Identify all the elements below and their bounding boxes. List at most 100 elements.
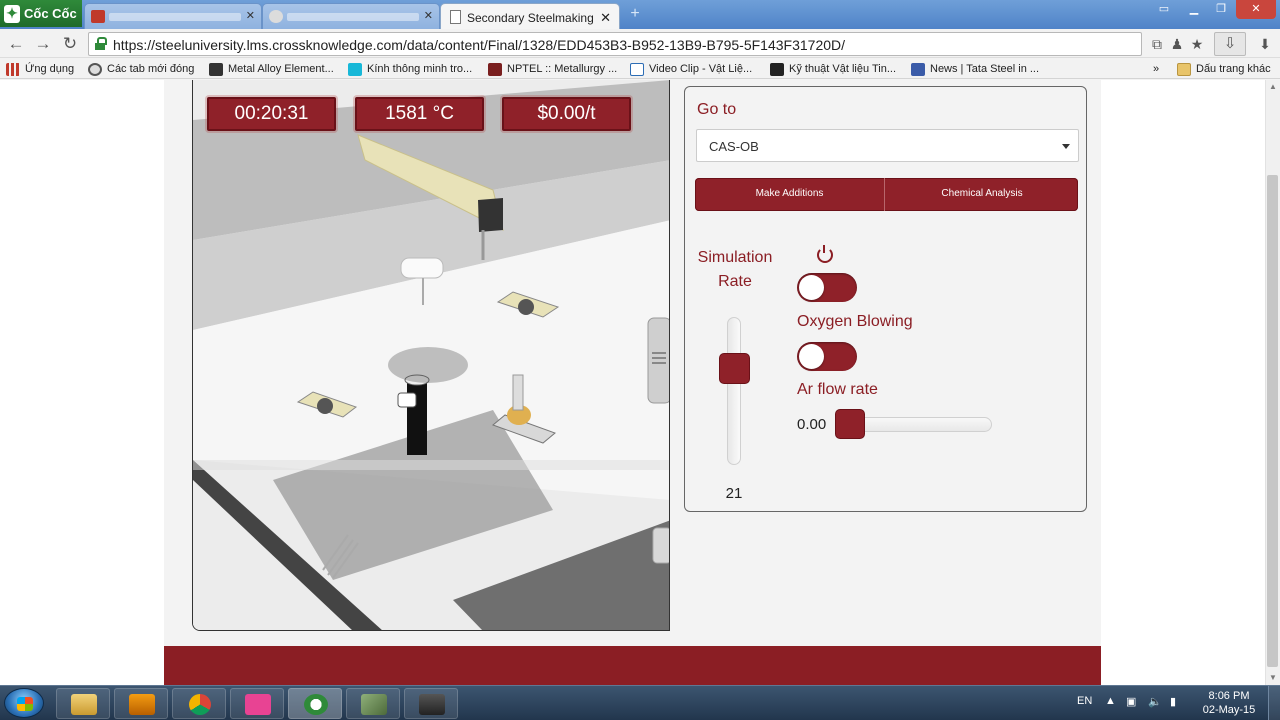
clock-date: 02-May-15: [1202, 704, 1256, 716]
apps-grid-icon: [6, 62, 20, 76]
extension-icon[interactable]: ♟: [1168, 35, 1186, 53]
download-video-icon[interactable]: ⇩: [1214, 32, 1246, 56]
tab-close-icon[interactable]: ✕: [424, 9, 433, 22]
chemical-analysis-button[interactable]: Chemical Analysis: [886, 178, 1078, 211]
power-icon: [817, 245, 833, 263]
taskbar-recorder[interactable]: [404, 688, 458, 719]
taskbar-image-viewer[interactable]: [346, 688, 400, 719]
tab-secondary-steelmaking[interactable]: Secondary Steelmaking ✕: [440, 3, 620, 29]
browser-logo[interactable]: ✦ Cốc Cốc: [0, 0, 82, 27]
simulation-rate-slider-track[interactable]: [727, 317, 741, 465]
media-player-icon: [129, 694, 155, 715]
downloads-icon[interactable]: ⬇: [1256, 35, 1274, 53]
control-panel: Go to CAS-OB Make Additions Chemical Ana…: [684, 86, 1087, 512]
simulation-rate-slider-handle[interactable]: [719, 353, 750, 384]
toggle-knob: [799, 275, 824, 300]
tab-close-icon[interactable]: ✕: [600, 10, 611, 26]
taskbar-coccoc[interactable]: [288, 688, 342, 719]
signal-icon[interactable]: ▮: [1170, 695, 1176, 708]
youtube-icon: [91, 10, 105, 23]
tab-background-2[interactable]: ✕: [262, 3, 440, 29]
simulation-rate-value: 21: [725, 485, 743, 502]
forward-button[interactable]: →: [33, 34, 53, 54]
plant-scene-graphic: [193, 80, 669, 630]
taskbar-media-player[interactable]: [114, 688, 168, 719]
new-tab-button[interactable]: +: [624, 5, 646, 23]
taskbar-explorer[interactable]: [56, 688, 110, 719]
windows-logo-icon: [17, 697, 33, 711]
secure-lock-icon: [95, 37, 107, 50]
browser-titlebar: ✦ Cốc Cốc ✕ ✕ Secondary Steelmaking ✕ + …: [0, 0, 1280, 29]
ar-flow-rate-slider-track[interactable]: [845, 417, 992, 432]
document-icon: [450, 10, 461, 24]
hud-temperature: 1581 °C: [355, 97, 484, 131]
oxygen-blowing-toggle[interactable]: [797, 342, 857, 371]
page-icon: [630, 62, 644, 76]
simulation-rate-label-line1: Simulation: [697, 249, 773, 266]
scroll-down-icon[interactable]: ▼: [1268, 673, 1278, 682]
bookmarks-overflow-button[interactable]: »: [1153, 61, 1159, 77]
hud-cost: $0.00/t: [502, 97, 631, 131]
image-icon: [361, 694, 387, 715]
back-button[interactable]: ←: [6, 34, 26, 54]
window-restore-button[interactable]: ❐: [1208, 0, 1234, 19]
address-bar[interactable]: https://steeluniversity.lms.crossknowled…: [88, 32, 1142, 56]
scroll-up-icon[interactable]: ▲: [1268, 82, 1278, 91]
window-minimize-button[interactable]: ▁: [1180, 0, 1208, 19]
bookmarks-bar: Ứng dụng Các tab mới đóng Metal Alloy El…: [0, 58, 1280, 79]
window-close-button[interactable]: ✕: [1236, 0, 1276, 19]
other-bookmarks-folder[interactable]: Dấu trang khác: [1177, 61, 1271, 77]
bookmark-video-clip[interactable]: Video Clip - Vật Liệ...: [630, 61, 752, 77]
bookmark-materials-eng[interactable]: Kỹ thuật Vật liệu Tin...: [770, 61, 896, 77]
chrome-icon: [189, 694, 211, 715]
steel-plant-3d-view[interactable]: 00:20:31 1581 °C $0.00/t: [192, 80, 670, 631]
site-favicon-icon: [488, 62, 502, 76]
bookmark-star-icon[interactable]: ★: [1188, 35, 1206, 53]
show-desktop-button[interactable]: [1268, 686, 1280, 720]
url-text: https://steeluniversity.lms.crossknowled…: [113, 37, 846, 53]
tab-title: Secondary Steelmaking: [467, 11, 594, 25]
goto-select[interactable]: CAS-OB: [696, 129, 1079, 162]
ar-flow-rate-label: Ar flow rate: [797, 381, 878, 398]
site-favicon-icon: [348, 62, 362, 76]
translate-icon[interactable]: ⧉: [1148, 35, 1166, 53]
app-icon: [245, 694, 271, 715]
hud-time: 00:20:31: [207, 97, 336, 131]
coccoc-icon: [304, 694, 328, 715]
history-icon: [88, 62, 102, 76]
volume-icon[interactable]: 🔈: [1148, 695, 1162, 708]
bookmark-smart-glass[interactable]: Kính thông minh tro...: [348, 61, 472, 77]
language-indicator[interactable]: EN: [1077, 695, 1092, 707]
toggle-knob: [799, 344, 824, 369]
reload-button[interactable]: ↻: [60, 34, 80, 54]
bookmark-metal-alloy[interactable]: Metal Alloy Element...: [209, 61, 334, 77]
goto-selected-value: CAS-OB: [709, 139, 759, 154]
recorder-icon: [419, 694, 445, 715]
power-toggle[interactable]: [797, 273, 857, 302]
folder-icon: [1177, 62, 1191, 76]
taskbar-paint-app[interactable]: [230, 688, 284, 719]
bookmark-nptel[interactable]: NPTEL :: Metallurgy ...: [488, 61, 617, 77]
tab-close-icon[interactable]: ✕: [246, 9, 255, 22]
tray-expand-icon[interactable]: ▲: [1105, 695, 1116, 707]
tab-background-1[interactable]: ✕: [84, 3, 262, 29]
course-footer-band: [164, 646, 1101, 685]
goto-label: Go to: [697, 101, 737, 118]
browser-toolbar: ← → ↻ https://steeluniversity.lms.crossk…: [0, 29, 1280, 58]
network-icon[interactable]: ▣: [1126, 695, 1136, 708]
taskbar-chrome[interactable]: [172, 688, 226, 719]
clock-time: 8:06 PM: [1208, 690, 1250, 702]
window-profile-button[interactable]: ▭: [1150, 0, 1178, 19]
coccoc-logo-icon: ✦: [4, 4, 20, 23]
start-button[interactable]: [4, 688, 44, 718]
make-additions-button[interactable]: Make Additions: [695, 178, 885, 211]
bookmark-recent-tabs[interactable]: Các tab mới đóng: [88, 61, 194, 77]
oxygen-blowing-label: Oxygen Blowing: [797, 313, 913, 330]
chevron-down-icon: [1062, 144, 1070, 149]
browser-brand: Cốc Cốc: [24, 6, 77, 21]
system-clock[interactable]: 8:06 PM 02-May-15: [1196, 689, 1262, 717]
ar-flow-rate-slider-handle[interactable]: [835, 409, 865, 439]
scrollbar-thumb[interactable]: [1267, 175, 1278, 667]
bookmark-apps[interactable]: Ứng dụng: [6, 61, 74, 77]
bookmark-tata-steel[interactable]: News | Tata Steel in ...: [911, 61, 1039, 77]
